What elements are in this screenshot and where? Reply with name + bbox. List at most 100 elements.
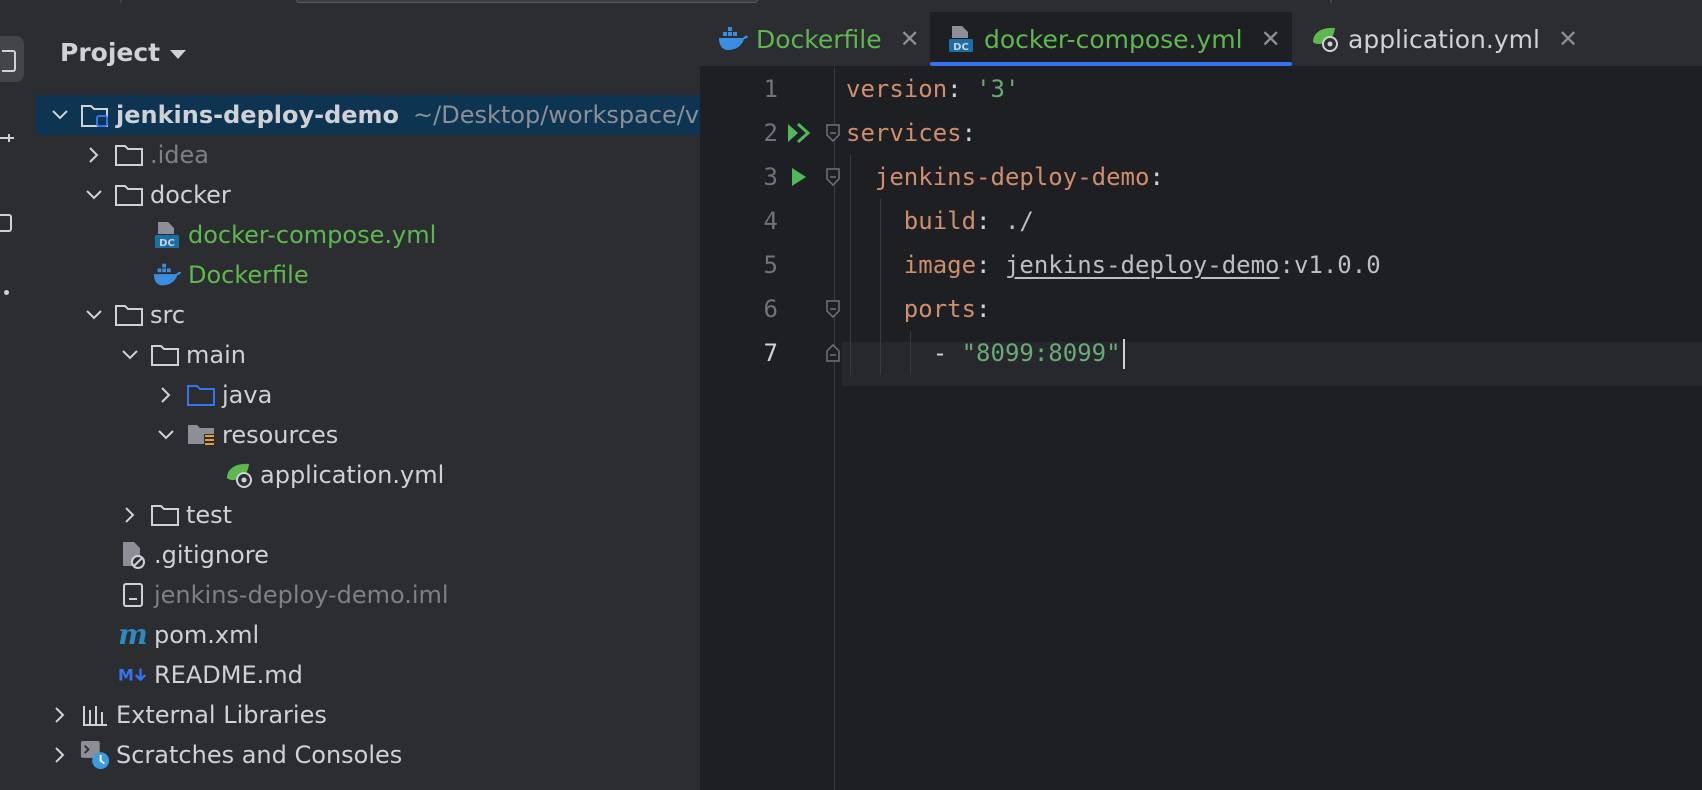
tree-item-label: jenkins-deploy-demo (116, 101, 400, 129)
line-number: 1 (763, 75, 778, 103)
run-all-services-icon[interactable] (784, 111, 814, 155)
chevron-right-icon[interactable] (118, 495, 142, 535)
tab-application-yml[interactable]: application.yml ✕ (1308, 12, 1578, 66)
yaml-colon: : (947, 75, 962, 103)
spring-config-icon (1308, 24, 1342, 54)
chevron-down-icon[interactable] (82, 175, 106, 215)
folder-icon (150, 500, 180, 530)
text-caret (1122, 339, 1125, 369)
line-number: 3 (763, 163, 778, 191)
tree-item-idea[interactable]: .idea (36, 135, 700, 175)
commit-tool-icon[interactable] (0, 130, 16, 146)
docker-compose-file-icon: DC (152, 220, 182, 250)
run-service-icon[interactable] (784, 155, 814, 199)
yaml-key: services (846, 119, 962, 147)
search-field-remnant[interactable] (296, 0, 758, 3)
markdown-icon: M (118, 660, 148, 690)
editor-tab-bar: Dockerfile ✕ DC docker-compose.yml ✕ app… (700, 12, 1702, 67)
tree-item-application-yml[interactable]: application.yml (36, 455, 700, 495)
project-view-selector[interactable]: Project (60, 38, 187, 67)
chevron-down-icon[interactable] (48, 95, 72, 135)
tree-item-label: java (222, 381, 273, 409)
svg-text:M: M (118, 666, 134, 685)
tree-item-label: External Libraries (116, 701, 327, 729)
chevron-right-icon[interactable] (48, 695, 72, 735)
tree-item-label: docker-compose.yml (188, 221, 437, 249)
tree-item-src[interactable]: src (36, 295, 700, 335)
project-tool-icon (2, 50, 16, 72)
tab-label: docker-compose.yml (984, 24, 1243, 54)
tree-item-main[interactable]: main (36, 335, 700, 375)
title-bar-divider (120, 0, 122, 3)
tree-item-label: resources (222, 421, 339, 449)
yaml-string: '3' (976, 75, 1020, 103)
tree-item-label: Dockerfile (188, 261, 309, 289)
folder-icon (114, 300, 144, 330)
tree-item-resources[interactable]: resources (36, 415, 700, 455)
project-title: Project (60, 38, 161, 67)
yaml-key: version (846, 75, 948, 103)
tree-item-external-libraries[interactable]: External Libraries (36, 695, 700, 735)
code-line-5: image: jenkins-deploy-demo:v1.0.0 (846, 243, 1381, 287)
tree-item-label: Scratches and Consoles (116, 741, 403, 769)
yaml-key: build (903, 207, 977, 235)
close-icon[interactable]: ✕ (900, 25, 920, 53)
folder-icon (114, 140, 144, 170)
tree-item-docker[interactable]: docker (36, 175, 700, 215)
project-tool-window: Project jenkins-deploy-demo ~/Desktop/wo… (36, 12, 700, 790)
line-number: 6 (763, 295, 778, 323)
line-number: 5 (763, 251, 778, 279)
tree-item-readme[interactable]: M README.md (36, 655, 700, 695)
tree-item-label: README.md (154, 661, 303, 689)
more-tools-icon[interactable] (4, 290, 9, 295)
fold-marker-icon[interactable] (824, 111, 842, 155)
docker-icon (152, 260, 182, 290)
line-number: 2 (763, 119, 778, 147)
yaml-colon: : (976, 295, 991, 323)
tab-dockerfile[interactable]: Dockerfile ✕ (716, 12, 920, 66)
tree-item-project-root[interactable]: jenkins-deploy-demo ~/Desktop/workspace/… (36, 95, 700, 135)
yaml-key: ports (903, 295, 977, 323)
svg-text:m: m (118, 620, 148, 650)
tab-docker-compose[interactable]: DC docker-compose.yml ✕ (930, 12, 1292, 66)
yaml-colon: : (1149, 163, 1164, 191)
chevron-down-icon[interactable] (82, 295, 106, 335)
chevron-down-icon[interactable] (154, 415, 178, 455)
code-line-6: ports: (846, 287, 991, 331)
scratches-icon (80, 740, 110, 770)
yaml-value: :v1.0.0 (1279, 251, 1381, 279)
tree-item-pom[interactable]: m pom.xml (36, 615, 700, 655)
chevron-right-icon[interactable] (154, 375, 178, 415)
code-line-4: build: ./ (846, 199, 1034, 243)
fold-marker-icon[interactable] (824, 287, 842, 331)
chevron-right-icon[interactable] (48, 735, 72, 775)
tree-item-label: application.yml (260, 461, 445, 489)
chevron-down-icon[interactable] (118, 335, 142, 375)
tree-item-test[interactable]: test (36, 495, 700, 535)
folder-icon (114, 180, 144, 210)
spring-config-icon (224, 460, 254, 490)
code-editor[interactable]: 1 2 3 4 5 6 7 version: '3' services: jen… (700, 67, 1702, 790)
tree-item-gitignore[interactable]: .gitignore (36, 535, 700, 575)
fold-marker-icon[interactable] (824, 155, 842, 199)
code-line-3: jenkins-deploy-demo: (846, 155, 1164, 199)
ignore-file-icon (118, 540, 148, 570)
structure-tool-icon[interactable] (0, 214, 12, 232)
project-tool-button[interactable] (0, 36, 24, 82)
fold-end-icon[interactable] (824, 331, 842, 375)
chevron-right-icon[interactable] (82, 135, 106, 175)
tree-item-docker-compose[interactable]: DC docker-compose.yml (36, 215, 700, 255)
yaml-colon: : (976, 207, 991, 235)
tree-item-label: src (150, 301, 186, 329)
tab-label: application.yml (1348, 24, 1540, 54)
tree-item-dockerfile[interactable]: Dockerfile (36, 255, 700, 295)
tree-item-java[interactable]: java (36, 375, 700, 415)
folder-icon (150, 340, 180, 370)
maven-icon: m (118, 620, 148, 650)
tree-item-label: jenkins-deploy-demo.iml (154, 581, 449, 609)
tree-item-scratches[interactable]: Scratches and Consoles (36, 735, 700, 775)
close-icon[interactable]: ✕ (1261, 25, 1281, 53)
tree-item-iml[interactable]: jenkins-deploy-demo.iml (36, 575, 700, 615)
image-reference-link[interactable]: jenkins-deploy-demo (1005, 251, 1280, 279)
close-icon[interactable]: ✕ (1558, 25, 1578, 53)
